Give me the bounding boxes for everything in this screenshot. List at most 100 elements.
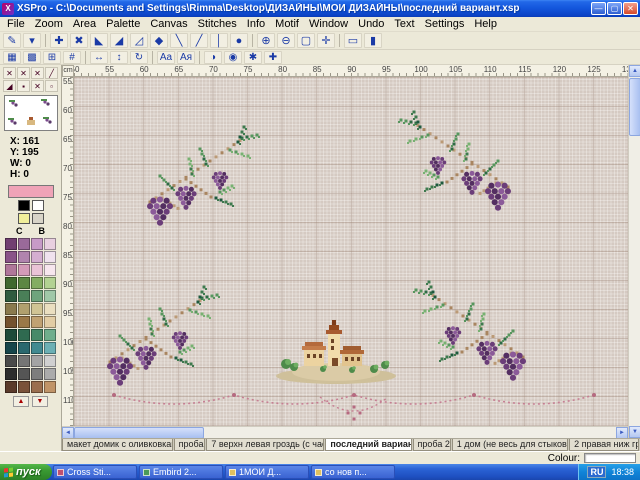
- backstitch-vertical-button[interactable]: │: [210, 33, 228, 48]
- close-button[interactable]: ✕: [623, 2, 638, 15]
- half-stitch-right-button[interactable]: ◢: [110, 33, 128, 48]
- palette-swatch[interactable]: [44, 238, 56, 250]
- menu-item-area[interactable]: Area: [68, 18, 101, 30]
- french-knot-button[interactable]: ●: [230, 33, 248, 48]
- palette-swatch[interactable]: [5, 290, 17, 302]
- palette-swatch[interactable]: [44, 316, 56, 328]
- palette-swatch[interactable]: [18, 316, 30, 328]
- maximize-button[interactable]: ▢: [607, 2, 622, 15]
- palette-swatch[interactable]: [5, 329, 17, 341]
- menu-item-settings[interactable]: Settings: [420, 18, 470, 30]
- dropdown-arrow-button[interactable]: ▾: [23, 33, 41, 48]
- mini-full-cross-icon[interactable]: ✕: [3, 67, 16, 79]
- palette-swatch[interactable]: [44, 264, 56, 276]
- backstitch-up-button[interactable]: ╱: [190, 33, 208, 48]
- palette-swatch[interactable]: [18, 264, 30, 276]
- thick-grid-button[interactable]: ▩: [23, 51, 41, 64]
- language-indicator[interactable]: RU: [587, 466, 606, 478]
- palette-swatch[interactable]: [5, 264, 17, 276]
- preview-thumbnail[interactable]: [4, 95, 58, 131]
- palette-swatch[interactable]: [31, 342, 43, 354]
- scroll-up-icon[interactable]: ▲: [629, 65, 640, 77]
- cross-stitch-button[interactable]: ✖: [70, 33, 88, 48]
- vertical-scrollbar[interactable]: ▲ ▼: [628, 65, 640, 438]
- taskbar-button[interactable]: со нов п...: [311, 465, 395, 479]
- pencil-tool-button[interactable]: ✎: [3, 33, 21, 48]
- full-stitch-button[interactable]: ✚: [50, 33, 68, 48]
- palette-swatch[interactable]: [5, 277, 17, 289]
- palette-swatch[interactable]: [18, 303, 30, 315]
- palette-swatch[interactable]: [31, 264, 43, 276]
- palette-swatch[interactable]: [31, 238, 43, 250]
- quick-color-swatch[interactable]: [18, 200, 30, 211]
- taskbar-button[interactable]: Cross Sti...: [53, 465, 137, 479]
- palette-scroll-down-icon[interactable]: ▼: [32, 396, 48, 407]
- quick-color-swatch[interactable]: [32, 200, 44, 211]
- menu-item-help[interactable]: Help: [469, 18, 502, 30]
- flip-horizontal-button[interactable]: ↔: [90, 51, 108, 64]
- rotate-button[interactable]: ↻: [130, 51, 148, 64]
- zoom-out-button[interactable]: ⊖: [277, 33, 295, 48]
- quick-color-swatch[interactable]: [18, 213, 30, 224]
- mini-half-right-icon[interactable]: ◢: [3, 80, 16, 92]
- mini-half-cross-icon[interactable]: ✕: [17, 67, 30, 79]
- palette-scroll-up-icon[interactable]: ▲: [13, 396, 29, 407]
- palette-swatch[interactable]: [18, 277, 30, 289]
- menu-item-canvas[interactable]: Canvas: [145, 18, 192, 30]
- pattern-tab[interactable]: 2 правая ниж гр.: [569, 439, 639, 451]
- taskbar-button[interactable]: Embird 2...: [139, 465, 223, 479]
- three-quarter-stitch-button[interactable]: ◆: [150, 33, 168, 48]
- palette-swatch[interactable]: [5, 303, 17, 315]
- palette-swatch[interactable]: [31, 290, 43, 302]
- palette-swatch[interactable]: [5, 355, 17, 367]
- pattern-tab[interactable]: проба 2: [413, 439, 451, 451]
- grid-toggle-button[interactable]: ▦: [3, 51, 21, 64]
- palette-swatch[interactable]: [18, 238, 30, 250]
- palette-swatch[interactable]: [44, 368, 56, 380]
- palette-swatch[interactable]: [18, 329, 30, 341]
- zoom-in-button[interactable]: ⊕: [257, 33, 275, 48]
- palette-swatch[interactable]: [44, 329, 56, 341]
- horizontal-scrollbar[interactable]: ◄ ►: [62, 426, 628, 438]
- text-cyrillic-button[interactable]: Aя: [177, 51, 195, 64]
- menu-item-palette[interactable]: Palette: [101, 18, 145, 30]
- pan-tool-button[interactable]: ✛: [317, 33, 335, 48]
- palette-swatch[interactable]: [5, 381, 17, 393]
- pattern-tab[interactable]: проба: [174, 439, 206, 451]
- scroll-track[interactable]: [204, 427, 616, 438]
- color-wheel-button[interactable]: ◉: [224, 51, 242, 64]
- clock[interactable]: 18:38: [611, 467, 634, 477]
- menu-item-stitches[interactable]: Stitches: [193, 18, 242, 30]
- symbols-view-button[interactable]: ✱: [244, 51, 262, 64]
- palette-swatch[interactable]: [31, 355, 43, 367]
- mini-back-up-icon[interactable]: ╱: [45, 67, 58, 79]
- half-stitch-left-button[interactable]: ◣: [90, 33, 108, 48]
- menu-item-zoom[interactable]: Zoom: [30, 18, 68, 30]
- center-marker-button[interactable]: ⊞: [43, 51, 61, 64]
- palette-swatch[interactable]: [18, 381, 30, 393]
- menu-item-window[interactable]: Window: [304, 18, 353, 30]
- menu-item-motif[interactable]: Motif: [270, 18, 304, 30]
- menu-item-file[interactable]: File: [2, 18, 30, 30]
- taskbar-button[interactable]: 1МОИ Д...: [225, 465, 309, 479]
- palette-swatch[interactable]: [44, 355, 56, 367]
- quick-color-swatch[interactable]: [32, 213, 44, 224]
- palette-swatch[interactable]: [18, 368, 30, 380]
- fill-tool-button[interactable]: ▮: [364, 33, 382, 48]
- palette-swatch[interactable]: [18, 290, 30, 302]
- flip-vertical-button[interactable]: ↕: [110, 51, 128, 64]
- palette-swatch[interactable]: [5, 342, 17, 354]
- palette-swatch[interactable]: [5, 251, 17, 263]
- text-latin-button[interactable]: Aa: [157, 51, 175, 64]
- palette-swatch[interactable]: [31, 368, 43, 380]
- start-button[interactable]: пуск: [0, 464, 52, 480]
- palette-swatch[interactable]: [18, 342, 30, 354]
- mini-petite-icon[interactable]: ✕: [31, 67, 44, 79]
- palette-swatch[interactable]: [44, 277, 56, 289]
- pattern-tab[interactable]: макет домик с оливковками: [62, 439, 173, 451]
- palette-swatch[interactable]: [31, 316, 43, 328]
- palette-swatch[interactable]: [18, 355, 30, 367]
- mini-blank-icon[interactable]: ▫: [45, 80, 58, 92]
- palette-swatch[interactable]: [31, 329, 43, 341]
- palette-swatch[interactable]: [44, 290, 56, 302]
